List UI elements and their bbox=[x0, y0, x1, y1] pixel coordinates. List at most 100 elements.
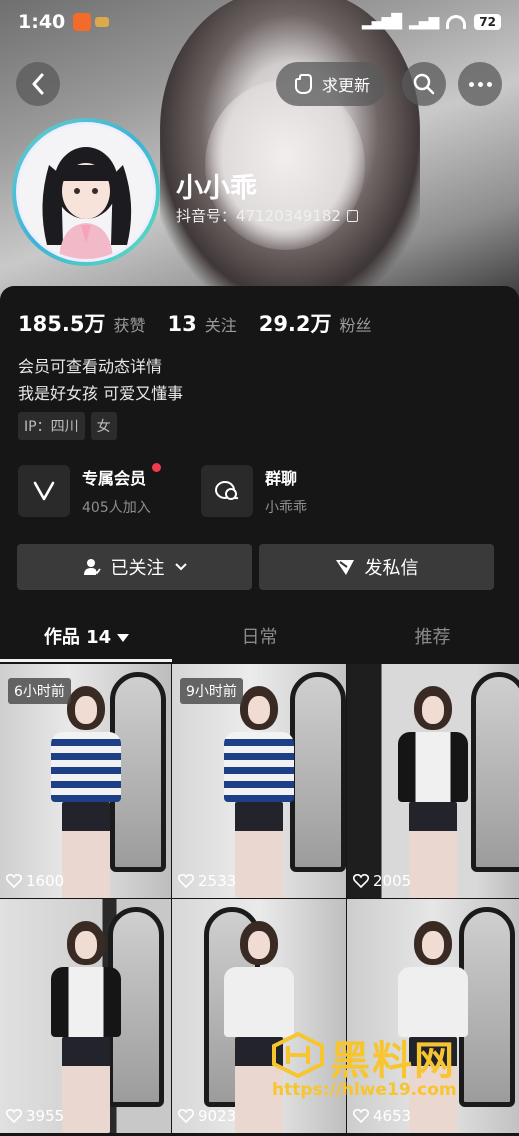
hand-icon bbox=[294, 74, 312, 94]
user-check-icon bbox=[83, 559, 101, 575]
chevron-left-icon bbox=[32, 73, 44, 95]
signal-icon: ▂▄▆█ bbox=[361, 14, 402, 30]
like-count-text: 2533 bbox=[198, 872, 237, 890]
wifi-icon bbox=[446, 15, 467, 29]
like-count: 4653 bbox=[353, 1107, 411, 1125]
content-tabs: 作品 14 日常 推荐 bbox=[0, 620, 519, 660]
like-count-text: 2005 bbox=[373, 872, 412, 890]
tab-indicator bbox=[0, 659, 172, 662]
stat-value: 29.2万 bbox=[258, 312, 332, 336]
app-notification-icon bbox=[73, 13, 92, 31]
video-person bbox=[50, 921, 121, 1133]
like-count-text: 9023 bbox=[198, 1107, 237, 1125]
profile-stats: 185.5万 获赞 13 关注 29.2万 粉丝 bbox=[18, 308, 372, 338]
search-button[interactable] bbox=[402, 62, 446, 106]
bio-line: 我是好女孩 可爱又懂事 bbox=[18, 384, 184, 403]
like-count: 2533 bbox=[178, 872, 236, 890]
heart-icon bbox=[6, 1109, 22, 1123]
membership-subtitle: 405人加入 bbox=[82, 500, 151, 516]
stat-label: 获赞 bbox=[113, 316, 146, 335]
request-update-button[interactable]: 求更新 bbox=[276, 62, 386, 106]
video-tile[interactable]: 2005 bbox=[347, 664, 519, 898]
stat-value: 13 bbox=[167, 312, 197, 336]
more-dot-icon bbox=[477, 81, 483, 87]
douyin-id-text: 抖音号：47120349182 bbox=[176, 207, 341, 225]
avatar-illustration bbox=[19, 125, 153, 259]
send-message-button[interactable]: 发私信 bbox=[259, 544, 494, 590]
tab-recommend[interactable]: 推荐 bbox=[346, 620, 519, 660]
video-person bbox=[50, 686, 121, 898]
notification-badge bbox=[151, 463, 161, 472]
stat-following[interactable]: 13 关注 bbox=[167, 312, 236, 336]
heart-icon bbox=[353, 874, 369, 888]
video-tile[interactable]: 9小时前 2533 bbox=[172, 664, 346, 898]
stat-label: 粉丝 bbox=[339, 316, 372, 335]
post-time-badge: 6小时前 bbox=[8, 678, 71, 704]
battery-level: 72 bbox=[474, 14, 501, 30]
heart-icon bbox=[6, 874, 22, 888]
douyin-id[interactable]: 抖音号：47120349182 bbox=[176, 205, 358, 226]
send-message-label: 发私信 bbox=[364, 558, 419, 579]
video-tile[interactable]: 3955 bbox=[0, 899, 171, 1133]
chevron-down-icon bbox=[174, 563, 187, 571]
nickname: 小小乖 bbox=[176, 173, 257, 204]
group-chat-subtitle: 小乖乖 bbox=[265, 500, 307, 516]
send-icon bbox=[335, 560, 354, 575]
heart-icon bbox=[178, 874, 194, 888]
like-count-text: 4653 bbox=[373, 1107, 412, 1125]
group-chat-icon bbox=[201, 465, 253, 517]
stat-likes[interactable]: 185.5万 获赞 bbox=[18, 308, 145, 338]
like-count: 1600 bbox=[6, 872, 64, 890]
like-count: 3955 bbox=[6, 1107, 64, 1125]
tab-works[interactable]: 作品 14 bbox=[0, 620, 173, 660]
status-bar: 1:40 ▂▄▆█ ▂▄▆ 72 bbox=[0, 0, 519, 44]
heart-icon bbox=[178, 1109, 194, 1123]
like-count-text: 3955 bbox=[26, 1107, 65, 1125]
post-time-badge: 9小时前 bbox=[180, 678, 243, 704]
tab-daily[interactable]: 日常 bbox=[173, 620, 346, 660]
watermark-logo-icon bbox=[272, 1032, 324, 1078]
more-dot-icon bbox=[486, 81, 492, 87]
back-button[interactable] bbox=[16, 62, 60, 106]
profile-tags: IP：四川 女 bbox=[18, 412, 117, 440]
status-time: 1:40 bbox=[18, 11, 66, 33]
bio: 会员可查看动态详情 我是好女孩 可爱又懂事 bbox=[18, 353, 183, 407]
watermark-url: https://hlwe19.com bbox=[272, 1080, 457, 1100]
more-button[interactable] bbox=[458, 62, 502, 106]
video-person bbox=[398, 686, 468, 898]
signal-icon-2: ▂▄▆ bbox=[408, 14, 439, 30]
like-count: 2005 bbox=[353, 872, 411, 890]
mirror-shape bbox=[290, 672, 346, 872]
membership-title: 专属会员 bbox=[82, 463, 161, 489]
video-person bbox=[224, 686, 294, 898]
status-indicators: ▂▄▆█ ▂▄▆ 72 bbox=[362, 14, 501, 30]
followed-label: 已关注 bbox=[110, 558, 165, 579]
avatar-image bbox=[16, 122, 156, 262]
watermark-name: 黑料网 bbox=[330, 1038, 456, 1084]
like-count-text: 1600 bbox=[26, 872, 65, 890]
followed-button[interactable]: 已关注 bbox=[17, 544, 252, 590]
video-tile[interactable]: 6小时前 1600 bbox=[0, 664, 171, 898]
group-chat-entry[interactable]: 群聊 小乖乖 bbox=[201, 465, 307, 517]
heart-icon bbox=[353, 1109, 369, 1123]
membership-title-text: 专属会员 bbox=[82, 469, 147, 488]
stat-followers[interactable]: 29.2万 粉丝 bbox=[259, 308, 372, 338]
watermark: 黑料网 https://hlwe19.com bbox=[268, 1028, 518, 1102]
copy-icon[interactable] bbox=[346, 209, 358, 222]
stat-label: 关注 bbox=[204, 316, 237, 335]
search-icon bbox=[413, 73, 435, 95]
caret-down-icon bbox=[117, 634, 130, 642]
notification-dot-icon bbox=[95, 17, 110, 27]
mirror-shape bbox=[471, 672, 519, 872]
avatar[interactable] bbox=[12, 118, 160, 266]
tab-works-label: 作品 14 bbox=[43, 627, 112, 648]
ip-location-tag: IP：四川 bbox=[18, 412, 85, 440]
request-update-label: 求更新 bbox=[321, 76, 370, 95]
more-dot-icon bbox=[468, 81, 474, 87]
bio-line: 会员可查看动态详情 bbox=[18, 357, 163, 376]
stat-value: 185.5万 bbox=[18, 312, 106, 336]
membership-entry[interactable]: 专属会员 405人加入 bbox=[18, 463, 161, 517]
membership-icon bbox=[18, 465, 70, 517]
group-chat-title: 群聊 bbox=[265, 469, 298, 488]
gender-tag: 女 bbox=[90, 412, 117, 440]
